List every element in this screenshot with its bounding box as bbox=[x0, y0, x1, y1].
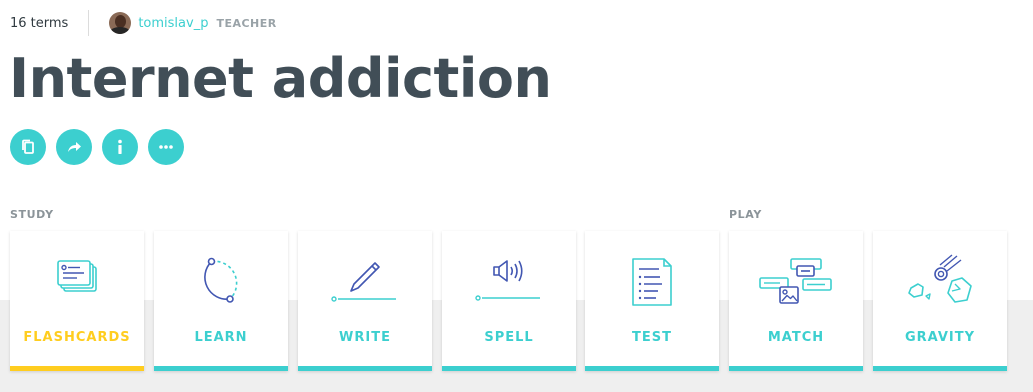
page-title: Internet addiction bbox=[9, 47, 552, 110]
write-icon bbox=[331, 262, 396, 302]
spell-mode-tile[interactable]: SPELL bbox=[442, 231, 576, 371]
write-label: WRITE bbox=[339, 330, 391, 345]
creator-role-badge: TEACHER bbox=[216, 16, 277, 30]
spell-icon bbox=[475, 260, 540, 301]
more-icon bbox=[159, 145, 173, 149]
write-mode-tile[interactable]: WRITE bbox=[298, 231, 432, 371]
match-mode-tile[interactable]: MATCH bbox=[729, 231, 863, 371]
copy-icon bbox=[22, 139, 34, 154]
info-icon bbox=[118, 139, 122, 154]
study-section-label: STUDY bbox=[10, 208, 54, 221]
avatar[interactable] bbox=[109, 12, 132, 34]
match-label: MATCH bbox=[767, 330, 825, 345]
more-options-button[interactable] bbox=[148, 129, 184, 165]
learn-icon bbox=[204, 257, 238, 303]
set-meta: 16 terms tomislav_p TEACHER bbox=[10, 10, 277, 36]
gravity-icon bbox=[908, 254, 972, 303]
set-actions bbox=[10, 129, 194, 165]
meta-divider bbox=[88, 10, 90, 36]
gravity-mode-tile[interactable]: GRAVITY bbox=[873, 231, 1007, 371]
share-button[interactable] bbox=[56, 129, 92, 165]
copy-button[interactable] bbox=[10, 129, 46, 165]
spell-label: SPELL bbox=[484, 330, 534, 345]
test-label: TEST bbox=[632, 330, 672, 345]
terms-count: 16 terms bbox=[10, 15, 69, 31]
learn-mode-tile[interactable]: LEARN bbox=[154, 231, 288, 371]
share-icon bbox=[68, 142, 81, 152]
gravity-label: GRAVITY bbox=[904, 330, 976, 345]
info-button[interactable] bbox=[102, 129, 138, 165]
creator-username-link[interactable]: tomislav_p bbox=[138, 16, 208, 31]
match-icon bbox=[759, 258, 832, 304]
learn-label: LEARN bbox=[194, 330, 248, 345]
test-mode-tile[interactable]: TEST bbox=[585, 231, 719, 371]
play-section-label: PLAY bbox=[729, 208, 762, 221]
test-icon bbox=[632, 258, 672, 306]
flashcards-icon bbox=[57, 260, 97, 292]
flashcards-mode-tile[interactable]: FLASHCARDS bbox=[10, 231, 144, 371]
flashcards-label: FLASHCARDS bbox=[23, 330, 131, 345]
